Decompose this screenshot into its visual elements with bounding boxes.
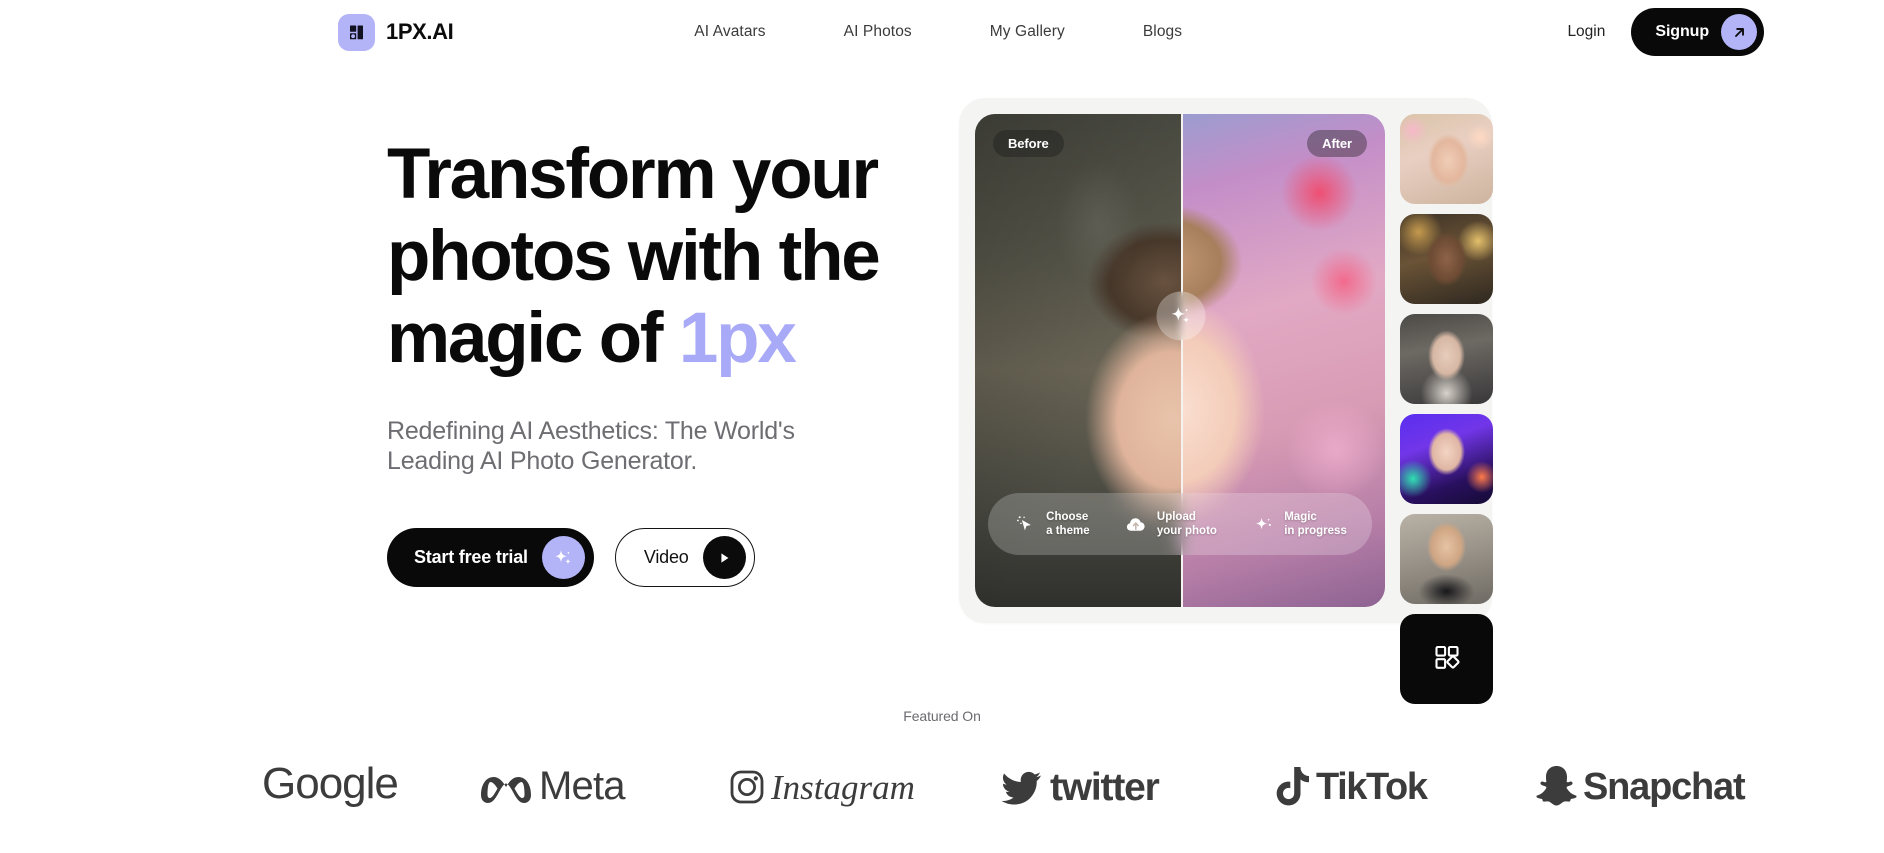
primary-nav: AI Avatars AI Photos My Gallery Blogs bbox=[694, 15, 1182, 49]
brand-name: 1PX.AI bbox=[386, 19, 454, 44]
svg-text:TikTok: TikTok bbox=[1316, 766, 1429, 808]
header-actions: Login Signup bbox=[1567, 8, 1844, 56]
thumbnail-floral-portrait[interactable] bbox=[1400, 114, 1493, 204]
hero-cta-row: Start free trial Video bbox=[387, 528, 947, 587]
headline-accent: 1px bbox=[678, 299, 797, 378]
snapchat-logo: Snapchat bbox=[1535, 761, 1795, 811]
thumbnail-rail bbox=[1400, 114, 1493, 704]
cloud-upload-icon bbox=[1124, 512, 1148, 536]
hero-subtitle: Redefining AI Aesthetics: The World's Le… bbox=[387, 417, 795, 475]
meta-logo: Meta bbox=[477, 762, 657, 810]
comparison-slider-handle[interactable] bbox=[1156, 291, 1206, 341]
step-magic-progress-text: Magic in progress bbox=[1284, 511, 1347, 537]
step-upload-photo-text: Upload your photo bbox=[1156, 511, 1217, 537]
svg-text:twitter: twitter bbox=[1050, 766, 1160, 809]
grid-icon bbox=[1432, 642, 1462, 677]
view-all-tile[interactable] bbox=[1400, 614, 1493, 704]
svg-text:Meta: Meta bbox=[539, 764, 626, 808]
workflow-steps-bar: Choose a theme Upload your photo Magic i… bbox=[988, 493, 1372, 555]
site-header: 1PX.AI AI Avatars AI Photos My Gallery B… bbox=[0, 0, 1884, 64]
hero-copy: Transform your photos with the magic of … bbox=[387, 134, 947, 587]
thumbnail-neon-portrait[interactable] bbox=[1400, 414, 1493, 504]
thumbnail-bridal-portrait[interactable] bbox=[1400, 314, 1493, 404]
tiktok-logo: TikTok bbox=[1274, 761, 1459, 811]
cursor-sparkle-icon bbox=[1013, 512, 1037, 536]
nav-link-ai-avatars[interactable]: AI Avatars bbox=[694, 15, 765, 49]
sparkle-icon bbox=[541, 536, 585, 579]
brand-logo[interactable]: 1PX.AI bbox=[338, 13, 454, 51]
thumbnail-golden-portrait[interactable] bbox=[1400, 214, 1493, 304]
svg-text:Instagram: Instagram bbox=[770, 768, 915, 807]
featured-logo-strip: Google Meta Instagram twitter TikTok Sna… bbox=[0, 742, 1884, 830]
google-logo: Google bbox=[262, 762, 402, 810]
svg-text:Google: Google bbox=[262, 762, 398, 808]
login-link[interactable]: Login bbox=[1567, 23, 1605, 41]
step-choose-theme[interactable]: Choose a theme bbox=[1013, 510, 1090, 538]
nav-link-my-gallery[interactable]: My Gallery bbox=[990, 15, 1065, 49]
video-button-label: Video bbox=[643, 547, 689, 567]
instagram-logo: Instagram bbox=[729, 762, 924, 810]
svg-text:Snapchat: Snapchat bbox=[1583, 766, 1746, 808]
start-free-trial-button[interactable]: Start free trial bbox=[387, 528, 594, 587]
signup-button-label: Signup bbox=[1655, 23, 1709, 40]
after-badge: After bbox=[1307, 130, 1367, 157]
step-choose-theme-text: Choose a theme bbox=[1046, 511, 1090, 537]
signup-button[interactable]: Signup bbox=[1631, 8, 1764, 56]
sparkle-icon bbox=[1171, 307, 1190, 324]
arrow-up-right-icon bbox=[1721, 14, 1757, 50]
start-free-trial-label: Start free trial bbox=[414, 547, 528, 567]
featured-on-label: Featured On bbox=[903, 708, 981, 724]
play-icon bbox=[702, 536, 746, 579]
video-button[interactable]: Video bbox=[614, 528, 755, 587]
headline-text: Transform your photos with the magic of bbox=[387, 135, 881, 378]
step-upload-photo[interactable]: Upload your photo bbox=[1124, 510, 1217, 538]
before-after-comparison[interactable]: Before After Choose a theme Upload your … bbox=[975, 114, 1385, 607]
nav-link-ai-photos[interactable]: AI Photos bbox=[844, 15, 912, 49]
twitter-logo: twitter bbox=[1000, 762, 1200, 810]
page-title: Transform your photos with the magic of … bbox=[387, 134, 947, 380]
thumbnail-male-portrait[interactable] bbox=[1400, 514, 1493, 604]
nav-link-blogs[interactable]: Blogs bbox=[1143, 15, 1182, 49]
showcase-card: Before After Choose a theme Upload your … bbox=[959, 98, 1493, 704]
sparkle-icon bbox=[1251, 512, 1275, 536]
landing-page: 1PX.AI AI Avatars AI Photos My Gallery B… bbox=[0, 0, 1884, 853]
before-badge: Before bbox=[993, 130, 1064, 157]
pixel-logo-icon bbox=[338, 13, 375, 51]
step-magic-progress[interactable]: Magic in progress bbox=[1251, 510, 1347, 538]
